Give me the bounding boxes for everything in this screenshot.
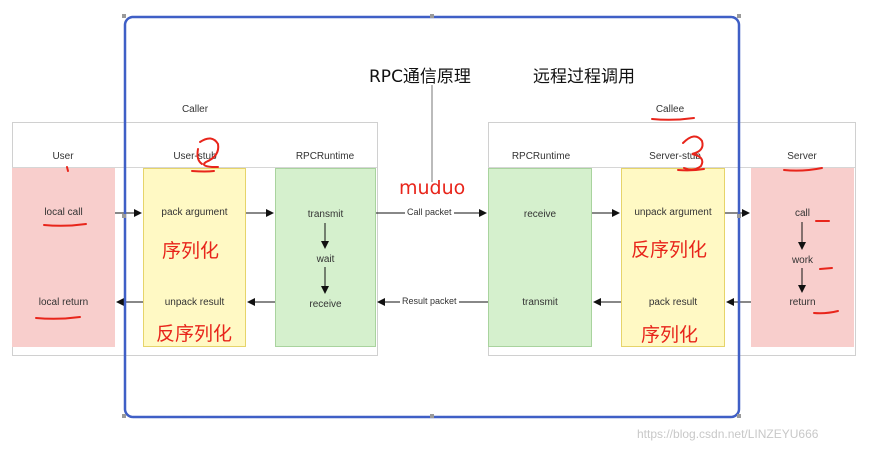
server-stub-serialize-note: 序列化 xyxy=(641,324,699,346)
underline-callee xyxy=(651,117,695,121)
underline-server xyxy=(783,167,823,172)
scribble-server-stub xyxy=(682,135,704,171)
server-stub-deserialize-note: 反序列化 xyxy=(631,239,708,261)
result-packet-label: Result packet xyxy=(400,296,459,306)
diagram-subtitle: 远程过程调用 xyxy=(533,67,635,87)
mark-user xyxy=(66,166,69,172)
underline-local-call xyxy=(43,223,87,227)
user-stub-deserialize-note: 反序列化 xyxy=(156,323,233,345)
csdn-watermark: https://blog.csdn.net/LINZEYU666 xyxy=(637,427,819,441)
scribble-user-stub xyxy=(196,137,220,168)
muduo-note: muduo xyxy=(399,177,466,199)
call-packet-label: Call packet xyxy=(405,207,454,217)
red-ink-annotations xyxy=(35,117,839,320)
dash-return xyxy=(813,310,839,315)
underline-user-stub xyxy=(191,170,215,173)
underline-local-return xyxy=(35,316,81,320)
dash-work xyxy=(819,267,833,270)
diagram-title: RPC通信原理 xyxy=(369,67,471,87)
user-stub-serialize-note: 序列化 xyxy=(162,240,220,262)
